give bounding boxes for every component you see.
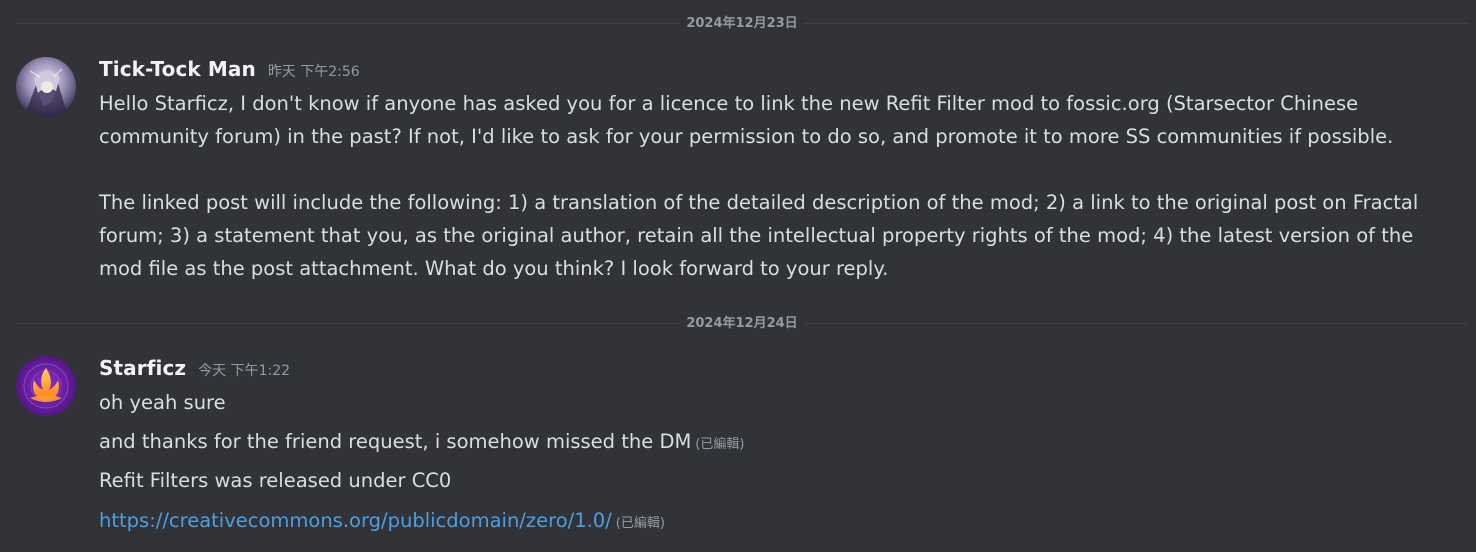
- message-timestamp[interactable]: 今天 下午1:22: [198, 360, 290, 380]
- message-text-line: community forum) in the past? If not, I'…: [99, 125, 1394, 148]
- username[interactable]: Starficz: [99, 356, 186, 380]
- message-header: Tick-Tock Man 昨天 下午2:56: [99, 57, 360, 81]
- username[interactable]: Tick-Tock Man: [99, 57, 256, 81]
- message-text: and thanks for the friend request, i som…: [99, 430, 692, 453]
- edited-indicator: (已編輯): [695, 437, 745, 452]
- message-header: Starficz 今天 下午1:22: [99, 356, 290, 380]
- edited-indicator: (已編輯): [615, 516, 665, 531]
- message-text-line: https://creativecommons.org/publicdomain…: [99, 504, 665, 540]
- message-timestamp[interactable]: 昨天 下午2:56: [268, 61, 360, 81]
- anime-character-avatar-icon: [16, 57, 76, 117]
- message-text-line: Refit Filters was released under CC0: [99, 464, 451, 497]
- date-divider: 2024年12月24日: [16, 316, 1468, 332]
- message-content: Hello Starficz, I don't know if anyone h…: [99, 87, 1418, 285]
- message-text: Refit Filters was released under CC0: [99, 469, 452, 492]
- purple-flame-logo-avatar-icon: [16, 356, 76, 416]
- message-text-line: The linked post will include the followi…: [99, 191, 1419, 214]
- message-text-line: and thanks for the friend request, i som…: [99, 425, 744, 461]
- message-text-line: forum; 3) a statement that you, as the o…: [99, 224, 1414, 247]
- message-text-line: oh yeah sure: [99, 386, 226, 419]
- message-text-line: mod file as the post attachment. What do…: [99, 257, 889, 280]
- date-divider-label: 2024年12月24日: [680, 316, 804, 332]
- date-divider: 2024年12月23日: [16, 16, 1468, 32]
- date-divider-label: 2024年12月23日: [680, 16, 804, 32]
- chat-message-list: 2024年12月23日 Tick-Tock Man 昨天 下午2:56 Hell…: [0, 0, 1476, 552]
- message-text-line: Hello Starficz, I don't know if anyone h…: [99, 92, 1359, 115]
- message-text: oh yeah sure: [99, 391, 226, 414]
- user-avatar[interactable]: [16, 57, 76, 117]
- user-avatar[interactable]: [16, 356, 76, 416]
- message-link[interactable]: https://creativecommons.org/publicdomain…: [99, 509, 612, 532]
